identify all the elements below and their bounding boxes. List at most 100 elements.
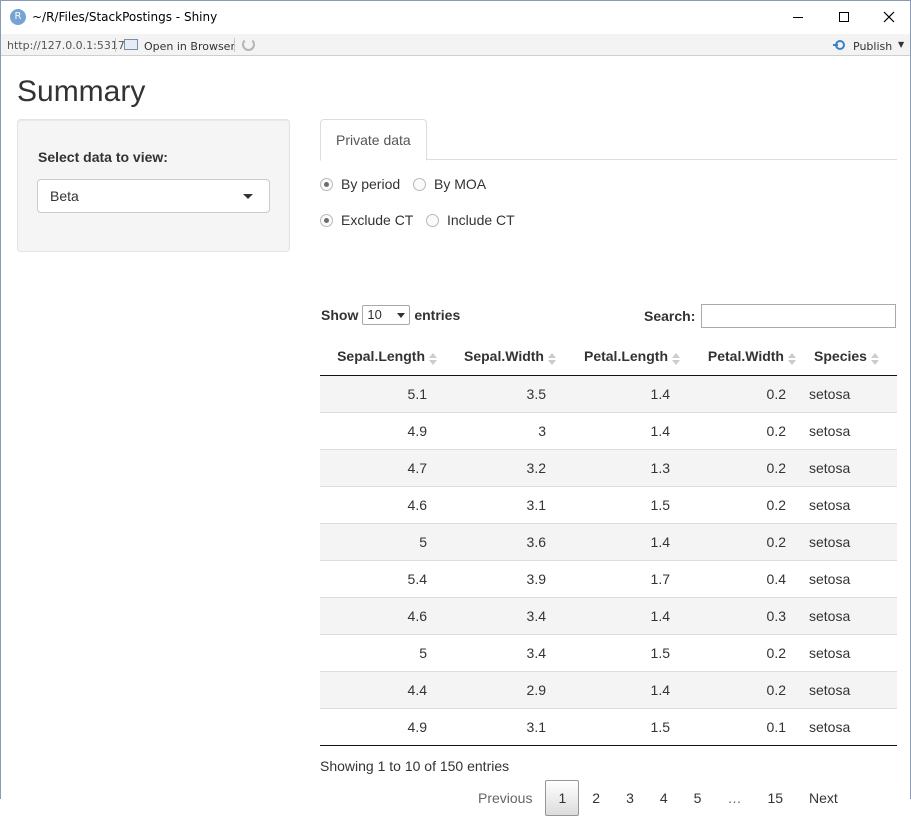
- title-bar: R ~/R/Files/StackPostings - Shiny: [1, 1, 910, 33]
- sort-icon: [870, 352, 879, 365]
- table-row[interactable]: 4.7 3.2 1.3 0.2 setosa: [320, 448, 897, 486]
- pagination: Previous 1 2 3 4 5 … 15 Next: [465, 780, 851, 816]
- table-cell: 0.3: [688, 596, 804, 634]
- radio-dot[interactable]: [320, 177, 333, 191]
- sort-icon: [672, 352, 680, 365]
- table-cell: setosa: [809, 385, 851, 402]
- page-ellipsis: …: [727, 790, 742, 806]
- show-label: Show: [321, 307, 359, 323]
- table-cell: setosa: [804, 411, 897, 449]
- table-cell: 3.2: [445, 448, 564, 486]
- table-cell: 3: [445, 411, 564, 449]
- table-row[interactable]: 4.6 3.1 1.5 0.2 setosa: [320, 485, 897, 523]
- close-icon: [883, 11, 895, 23]
- table-cell: 3.4: [445, 633, 564, 671]
- previous-button[interactable]: Previous: [465, 780, 545, 816]
- table-cell: 3.4: [445, 596, 564, 634]
- sidebar-panel: Select data to view: Beta: [17, 119, 290, 252]
- table-cell: 0.2: [688, 522, 804, 560]
- open-in-browser-icon: [124, 39, 138, 50]
- radio-by-period[interactable]: By period: [320, 176, 400, 192]
- table-cell: 4.9: [320, 707, 445, 746]
- table-row[interactable]: 5 3.6 1.4 0.2 setosa: [320, 522, 897, 560]
- radio-label: By MOA: [434, 176, 487, 192]
- select-label: Select data to view:: [38, 149, 168, 165]
- radio-exclude-ct[interactable]: Exclude CT: [320, 212, 413, 228]
- radio-dot[interactable]: [426, 213, 439, 227]
- column-header[interactable]: Petal.Length: [564, 338, 688, 376]
- table-cell: setosa: [804, 485, 897, 523]
- url-text[interactable]: http://127.0.0.1:5317: [7, 39, 125, 52]
- page-button[interactable]: 5: [681, 780, 715, 816]
- column-header[interactable]: Sepal.Width: [445, 338, 564, 376]
- entries-label: entries: [414, 307, 461, 323]
- table-cell: 1.4: [564, 411, 688, 449]
- table-row[interactable]: 5.1 3.5 1.4 0.2 setosa: [320, 375, 897, 412]
- table-cell: 1.4: [564, 522, 688, 560]
- chevron-down-icon: [243, 194, 253, 199]
- table-header-row: Sepal.Length Sepal.Width Petal.Length Pe…: [320, 338, 897, 376]
- page-button[interactable]: 1: [545, 780, 580, 816]
- page-length-select[interactable]: 10: [362, 305, 411, 325]
- column-header[interactable]: Petal.Width: [688, 338, 804, 376]
- publish-button[interactable]: Publish: [853, 40, 892, 53]
- table-search: Search:: [644, 304, 897, 328]
- table-cell: 0.1: [688, 707, 804, 746]
- r-app-icon: R: [10, 9, 26, 25]
- table-row[interactable]: 5 3.4 1.5 0.2 setosa: [320, 633, 897, 671]
- radio-label: Include CT: [447, 212, 515, 228]
- table-cell: 4.9: [320, 411, 445, 449]
- tab-private-data[interactable]: Private data: [320, 119, 427, 161]
- table-cell: setosa: [804, 707, 897, 746]
- radio-by-moa[interactable]: By MOA: [413, 176, 486, 192]
- shiny-page: Summary Select data to view: Beta Privat…: [1, 57, 910, 816]
- radio-label: By period: [341, 176, 401, 192]
- table-cell: 0.2: [688, 485, 804, 523]
- chevron-down-icon: [397, 313, 406, 318]
- column-header[interactable]: Species: [804, 338, 897, 376]
- table-row[interactable]: 4.9 3.1 1.5 0.1 setosa: [320, 707, 897, 746]
- maximize-button[interactable]: [821, 1, 867, 33]
- table-cell: 1.7: [564, 559, 688, 597]
- table-cell: setosa: [804, 559, 897, 597]
- page-button[interactable]: 2: [579, 780, 613, 816]
- table-cell: 5.4: [320, 559, 445, 597]
- table-cell: 4.6: [320, 596, 445, 634]
- close-button[interactable]: [866, 1, 911, 33]
- radio-include-ct[interactable]: Include CT: [426, 212, 515, 228]
- page-length-control: Show 10 entries: [321, 305, 460, 325]
- search-input[interactable]: [701, 304, 897, 328]
- table-row[interactable]: 4.4 2.9 1.4 0.2 setosa: [320, 670, 897, 708]
- table-cell: 1.5: [564, 633, 688, 671]
- table-cell: 1.3: [564, 448, 688, 486]
- table-row[interactable]: 4.6 3.4 1.4 0.3 setosa: [320, 596, 897, 634]
- table-cell: 4.4: [320, 670, 445, 708]
- page-button[interactable]: 3: [613, 780, 647, 816]
- open-in-browser-button[interactable]: Open in Browser: [144, 40, 235, 53]
- table-cell: 1.4: [564, 596, 688, 634]
- tab-bar: Private data: [320, 118, 897, 161]
- table-cell: 1.5: [564, 485, 688, 523]
- table-row[interactable]: 5.4 3.9 1.7 0.4 setosa: [320, 559, 897, 597]
- iris-table: Sepal.Length Sepal.Width Petal.Length Pe…: [320, 338, 897, 746]
- page-button[interactable]: 15: [754, 780, 796, 816]
- table-cell: 3.9: [445, 559, 564, 597]
- column-header-label: Petal.Length: [583, 348, 668, 365]
- refresh-icon[interactable]: [242, 38, 255, 51]
- table-row[interactable]: 4.9 3 1.4 0.2 setosa: [320, 411, 897, 449]
- radio-dot[interactable]: [320, 213, 333, 227]
- data-select[interactable]: Beta: [37, 179, 270, 213]
- radio-dot[interactable]: [413, 177, 426, 191]
- table-cell: setosa: [804, 522, 897, 560]
- table-cell: 5: [320, 522, 445, 560]
- minimize-icon: [793, 16, 803, 18]
- table-cell: 0.2: [688, 448, 804, 486]
- table-cell: 0.2: [688, 633, 804, 671]
- page-button[interactable]: 4: [647, 780, 681, 816]
- next-button[interactable]: Next: [796, 780, 851, 816]
- sort-icon: [788, 352, 796, 365]
- search-label: Search:: [644, 308, 696, 324]
- publish-dropdown-icon[interactable]: ▼: [898, 40, 904, 49]
- minimize-button[interactable]: [775, 1, 821, 33]
- column-header[interactable]: Sepal.Length: [320, 338, 445, 376]
